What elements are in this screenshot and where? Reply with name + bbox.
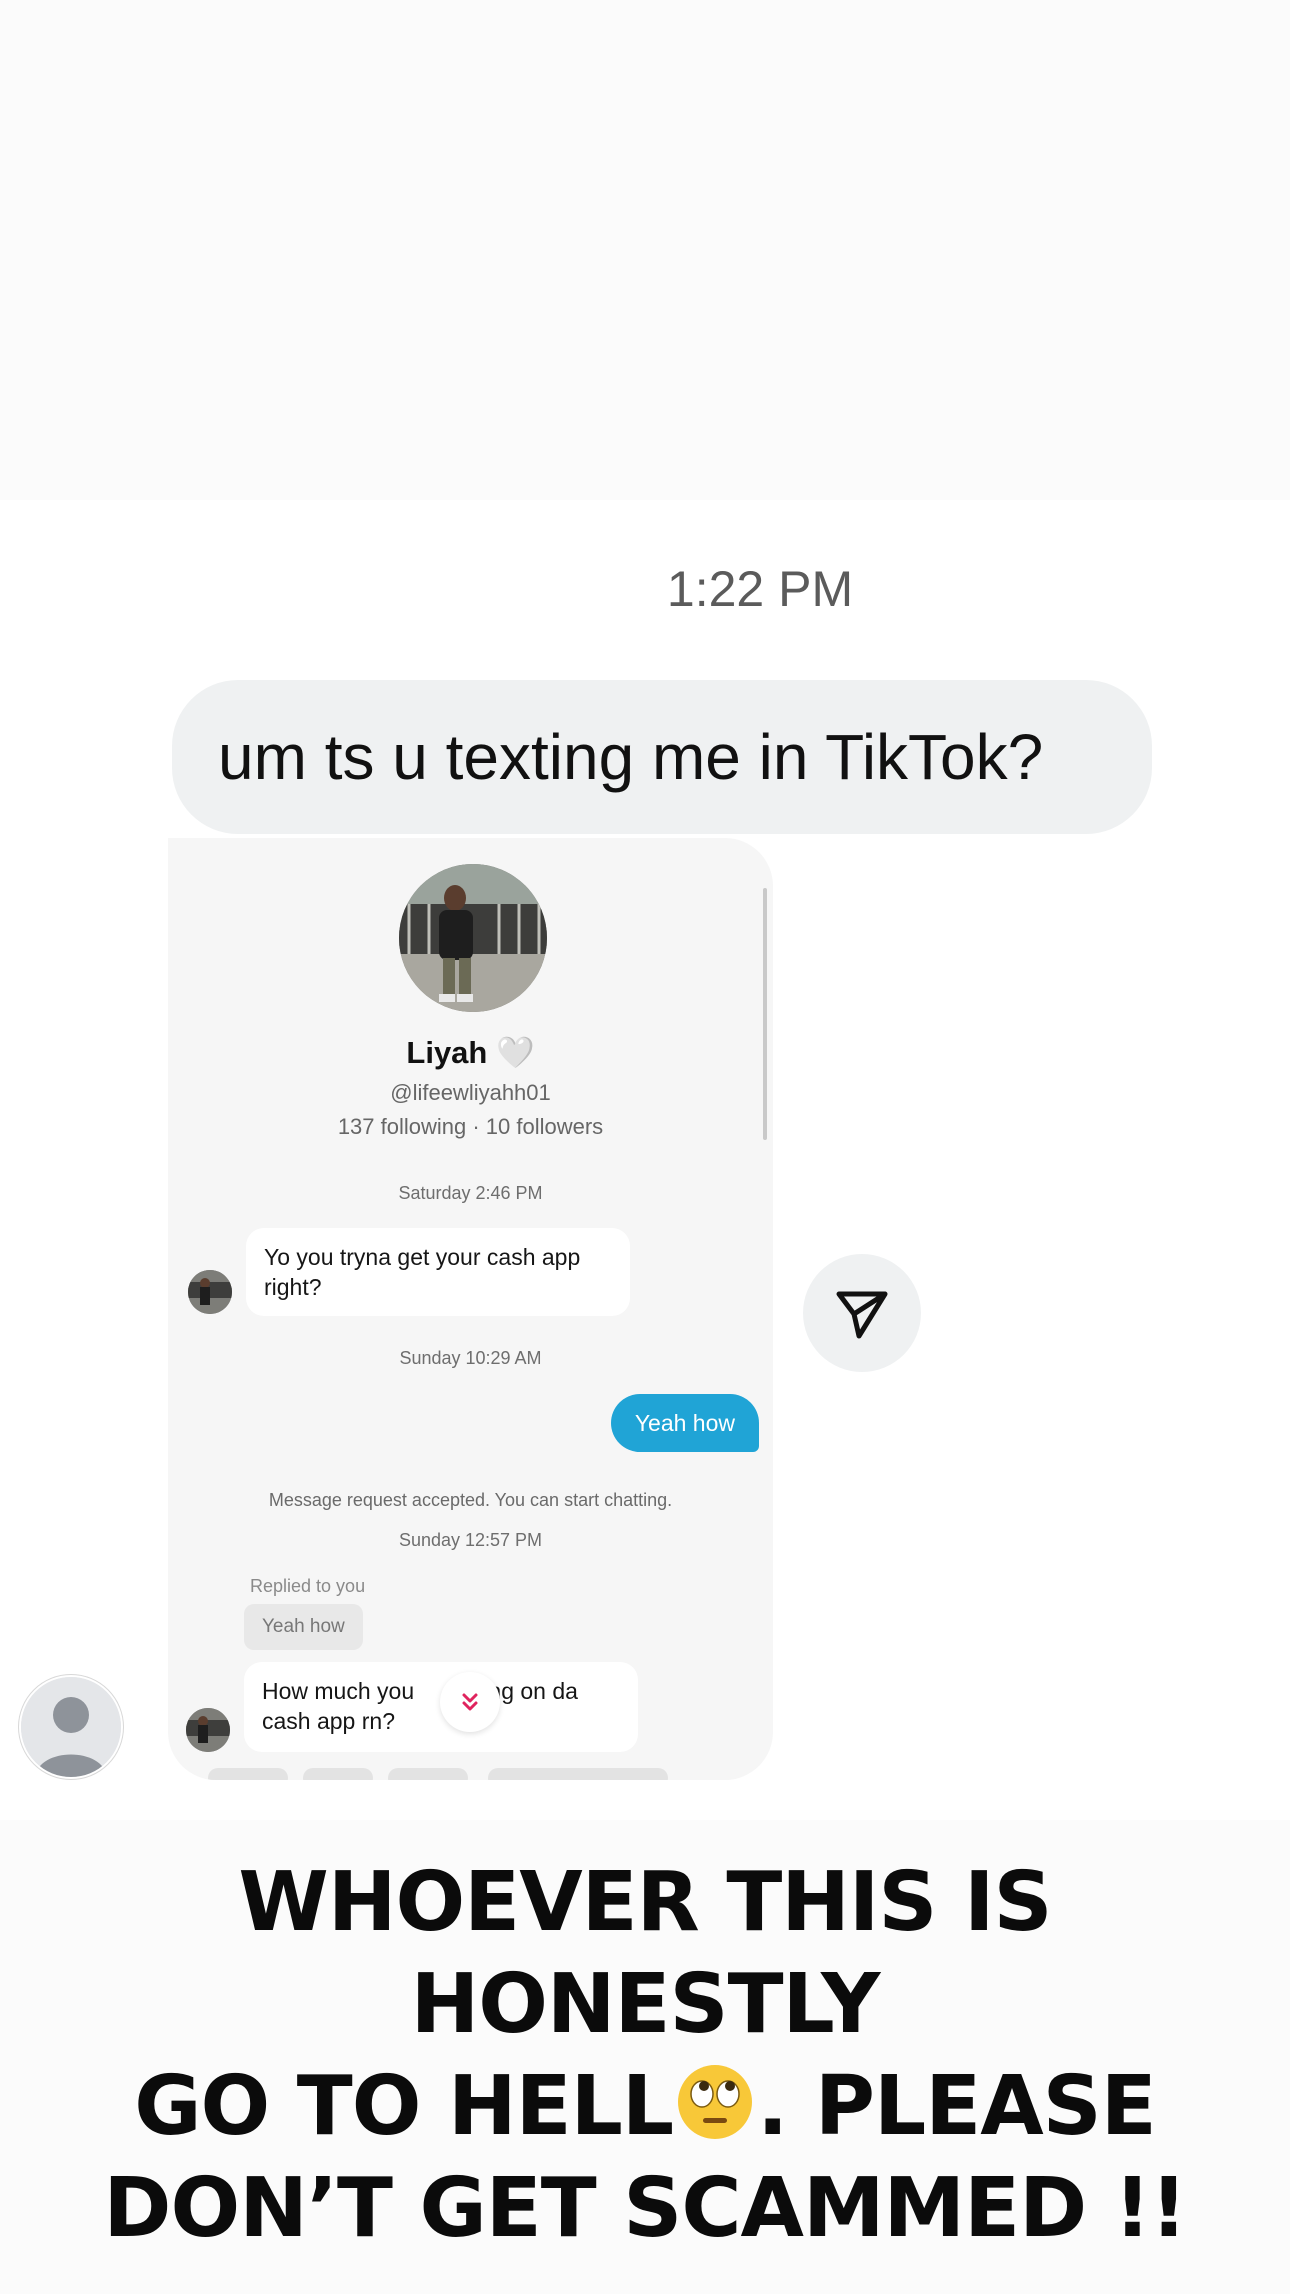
chat-time-sunday-afternoon: Sunday 12:57 PM — [398, 1530, 543, 1550]
profile-name-text: Liyah — [406, 1035, 488, 1070]
caption-line-1: WHOEVER THIS IS HONESTLY — [238, 1855, 1052, 2052]
caption-line-2: GO TO HELL . PLEASE — [30, 2056, 1260, 2158]
quoted-message-chip[interactable]: Yeah how — [244, 1604, 363, 1650]
profile-stats: 137 following · 10 followers — [337, 1114, 604, 1139]
white-heart-icon: 🤍 — [495, 1035, 535, 1070]
quoted-message-text: Yeah how — [262, 1616, 345, 1637]
incoming-message-text-part1: How much you — [262, 1678, 421, 1704]
profile-handle: @lifeewliyahh01 — [390, 1080, 551, 1105]
message-timestamp: 1:22 PM — [666, 561, 854, 617]
request-accepted-notice: Message request accepted. You can start … — [268, 1490, 673, 1510]
outgoing-message-text: Yeah how — [634, 1409, 735, 1436]
replied-to-you-label: Replied to you — [250, 1576, 366, 1596]
chat-time-saturday: Saturday 2:46 PM — [398, 1183, 543, 1203]
default-avatar-icon[interactable] — [19, 1675, 123, 1779]
caption-line-2-start: GO TO HELL — [134, 2059, 674, 2154]
caption-line-3: DON’T GET SCAMMED !! — [103, 2161, 1187, 2256]
top-blank-area — [0, 0, 1290, 500]
outgoing-message-bubble[interactable]: Yeah how — [610, 1394, 759, 1452]
chat-time-sunday-morning: Sunday 10:29 AM — [399, 1348, 542, 1368]
scroll-down-button[interactable] — [440, 1672, 500, 1732]
reply-message-text: um ts u texting me in TikTok? — [218, 721, 1044, 793]
story-page: 1:22 PM um ts u texting me in TikTok? Li… — [0, 0, 1290, 2294]
rolling-eyes-emoji-icon — [678, 2065, 753, 2139]
shared-screenshot-card[interactable]: Liyah 🤍 @lifeewliyahh01 137 following · … — [168, 838, 773, 1780]
reply-message-bubble[interactable]: um ts u texting me in TikTok? — [172, 680, 1152, 834]
chat-avatar — [186, 1708, 230, 1752]
profile-photo — [399, 864, 547, 1012]
share-send-button[interactable] — [803, 1254, 921, 1372]
paper-plane-icon — [836, 1291, 888, 1339]
caption-line-2-end: . PLEASE — [757, 2059, 1157, 2154]
quick-reply-chips-peek — [208, 1768, 728, 1780]
incoming-message-bubble[interactable]: Yo you tryna get your cash app right? — [246, 1228, 630, 1316]
story-caption: WHOEVER THIS IS HONESTLY GO TO HELL . PL… — [30, 1852, 1260, 2260]
profile-name: Liyah 🤍 — [168, 1034, 773, 1071]
chat-avatar — [188, 1270, 232, 1314]
double-chevron-down-icon — [462, 1693, 478, 1711]
incoming-message-text: Yo you tryna get your cash app right? — [264, 1244, 581, 1300]
